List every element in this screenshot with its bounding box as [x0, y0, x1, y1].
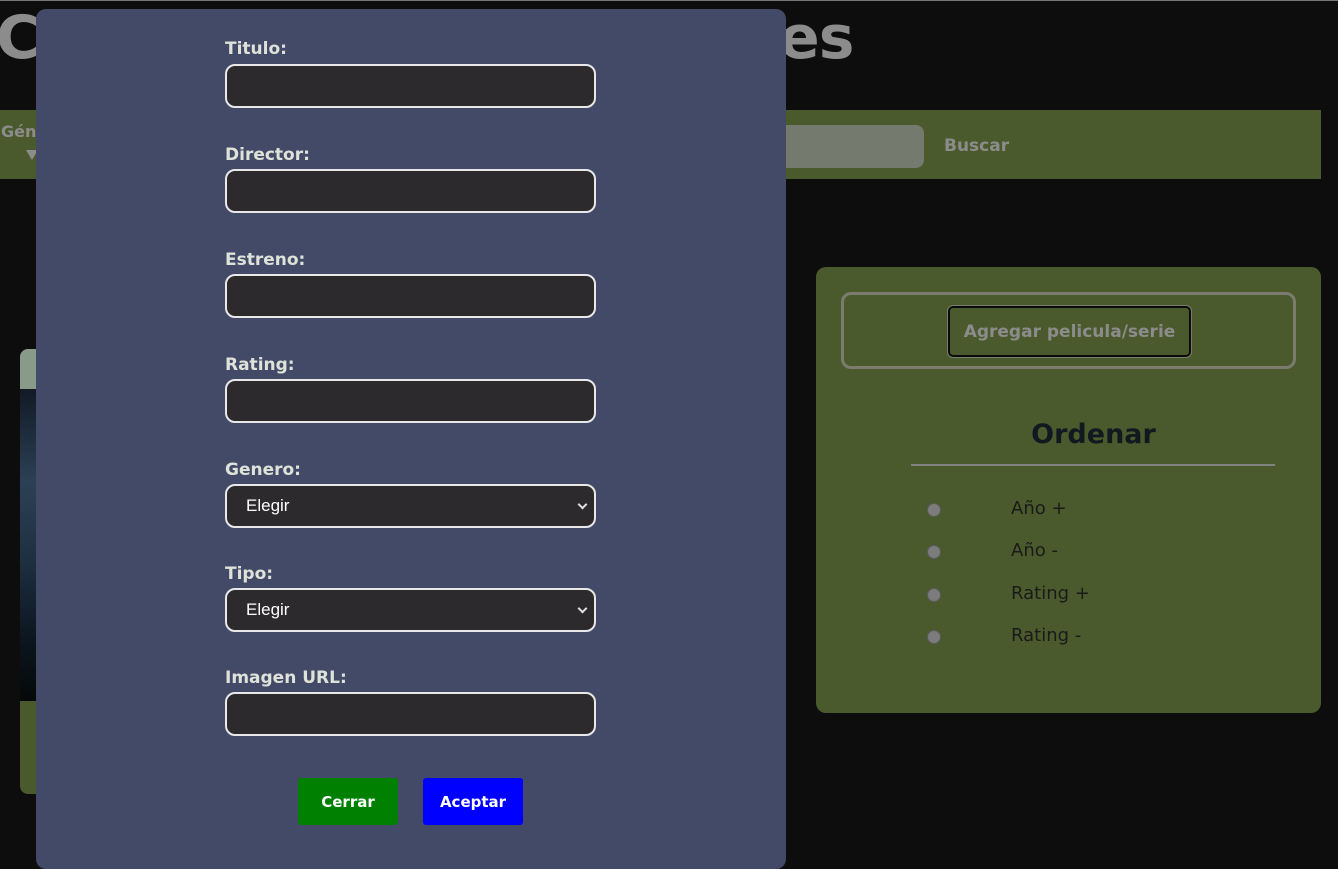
- sort-option-label: Año +: [1011, 498, 1067, 519]
- search-button[interactable]: Buscar: [944, 136, 1009, 156]
- sort-option-label: Rating -: [1011, 625, 1082, 646]
- genre-filter-label[interactable]: Gén: [1, 122, 36, 141]
- imagen-label: Imagen URL:: [225, 668, 347, 688]
- sort-option-rating-desc[interactable]: Rating -: [927, 625, 1227, 649]
- estreno-input[interactable]: [225, 274, 596, 318]
- estreno-label: Estreno:: [225, 250, 306, 270]
- sort-option-year-asc[interactable]: Año +: [927, 498, 1227, 522]
- accept-button[interactable]: Aceptar: [423, 778, 523, 825]
- sort-option-label: Rating +: [1011, 583, 1090, 604]
- titulo-input[interactable]: [225, 64, 596, 108]
- sort-divider: [911, 464, 1275, 466]
- add-movie-button[interactable]: Agregar pelicula/serie: [947, 305, 1192, 358]
- add-box: Agregar pelicula/serie: [841, 292, 1296, 369]
- sort-option-rating-asc[interactable]: Rating +: [927, 583, 1227, 607]
- tipo-select-value: Elegir: [246, 600, 290, 619]
- top-border: [0, 0, 1338, 1]
- chevron-down-icon: [577, 603, 588, 614]
- rating-input[interactable]: [225, 379, 596, 423]
- sort-radio[interactable]: [927, 588, 941, 602]
- sort-option-label: Año -: [1011, 540, 1058, 561]
- genero-select[interactable]: Elegir: [225, 484, 596, 528]
- rating-label: Rating:: [225, 355, 295, 375]
- sort-radio[interactable]: [927, 503, 941, 517]
- imagen-url-input[interactable]: [225, 692, 596, 736]
- add-movie-modal: Titulo: Director: Estreno: Rating: Gener…: [36, 9, 786, 869]
- close-button[interactable]: Cerrar: [298, 778, 398, 825]
- tipo-label: Tipo:: [225, 564, 274, 584]
- titulo-label: Titulo:: [225, 39, 287, 59]
- sort-radio[interactable]: [927, 545, 941, 559]
- tipo-select[interactable]: Elegir: [225, 588, 596, 632]
- sort-option-year-desc[interactable]: Año -: [927, 540, 1227, 564]
- sort-title: Ordenar: [1031, 419, 1156, 450]
- sort-radio[interactable]: [927, 630, 941, 644]
- genero-select-value: Elegir: [246, 496, 290, 515]
- genero-label: Genero:: [225, 460, 301, 480]
- chevron-down-icon: [577, 499, 588, 510]
- director-input[interactable]: [225, 169, 596, 213]
- side-panel: Agregar pelicula/serie Ordenar Año + Año…: [816, 267, 1321, 713]
- director-label: Director:: [225, 145, 310, 165]
